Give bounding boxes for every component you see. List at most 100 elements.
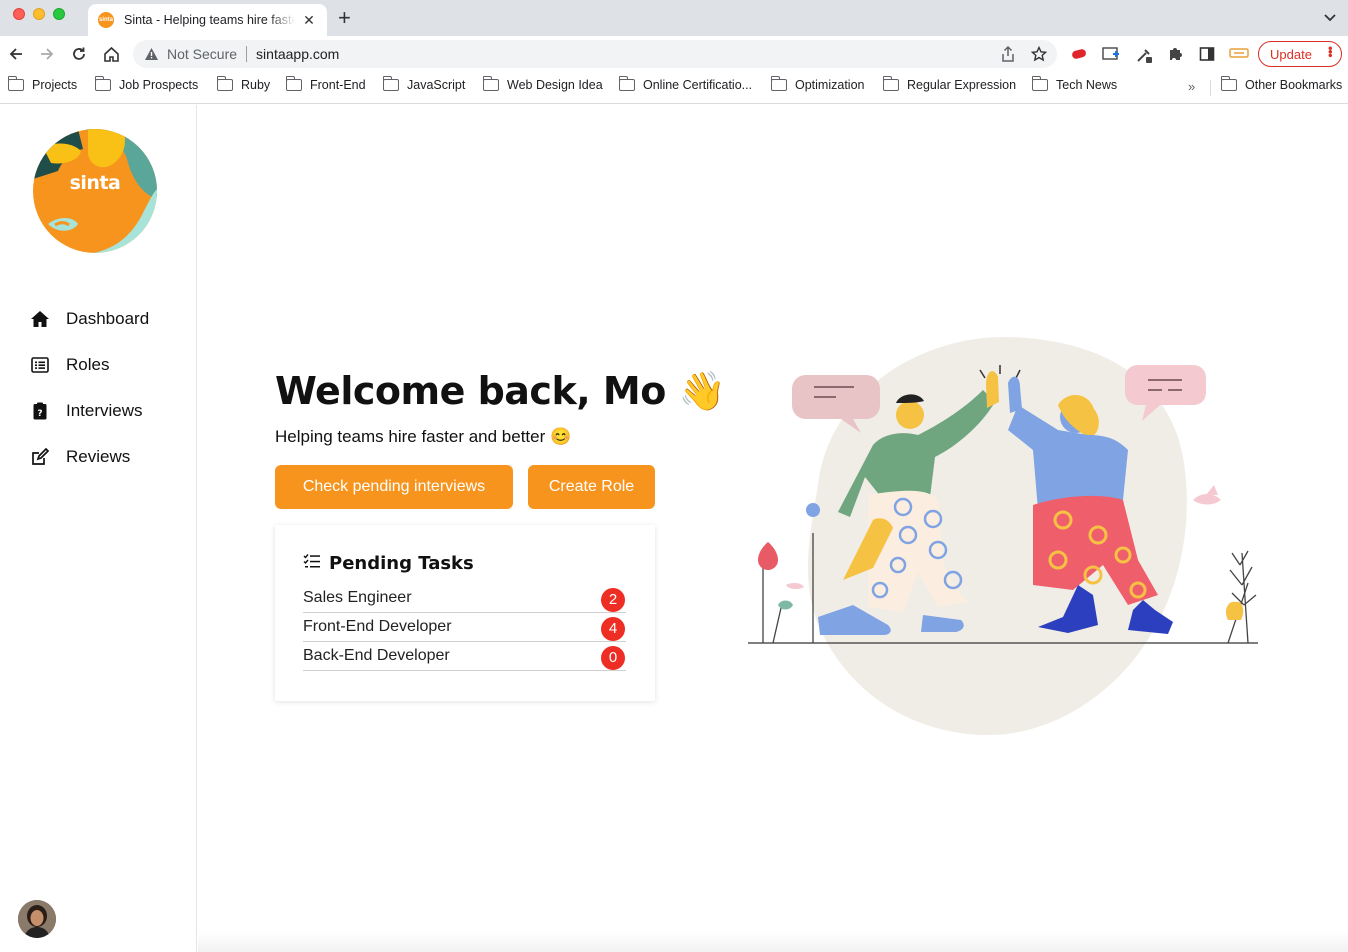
bookmark-label: Projects xyxy=(32,78,78,92)
sinta-favicon-icon: sinta xyxy=(98,12,114,28)
bookmark-folder[interactable]: Online Certificatio... xyxy=(618,76,753,92)
more-bookmarks-chevron-icon[interactable]: » xyxy=(1188,79,1195,94)
extension-screenshot-icon[interactable] xyxy=(1102,46,1119,62)
bookmarks-divider xyxy=(1210,80,1211,96)
checklist-icon xyxy=(303,553,321,574)
bookmark-label: Ruby xyxy=(241,78,271,92)
logo-wordmark: sinta xyxy=(69,172,121,194)
update-label: Update xyxy=(1270,46,1312,62)
browser-tab[interactable]: sinta Sinta - Helping teams hire faster … xyxy=(88,4,327,36)
svg-text:?: ? xyxy=(37,409,42,419)
bookmark-label: Other Bookmarks xyxy=(1245,78,1343,92)
task-count-badge: 2 xyxy=(601,587,625,612)
bookmark-folder[interactable]: Front-End xyxy=(285,76,366,92)
bookmark-folder[interactable]: Optimization xyxy=(770,76,865,92)
bookmark-label: Front-End xyxy=(310,78,366,92)
high-five-illustration xyxy=(748,335,1268,736)
bookmark-label: Regular Expression xyxy=(907,78,1017,92)
sidebar-item-dashboard[interactable]: Dashboard xyxy=(30,307,149,331)
other-bookmarks-folder[interactable]: Other Bookmarks xyxy=(1220,76,1343,92)
sidebar: sinta Dashboard Roles ? Interviews Revie… xyxy=(0,105,197,952)
clipboard-question-icon: ? xyxy=(30,401,50,421)
bookmark-star-icon[interactable] xyxy=(1030,45,1048,67)
extensions-puzzle-icon[interactable] xyxy=(1167,46,1183,62)
task-label: Front-End Developer xyxy=(303,618,452,635)
bookmark-label: JavaScript xyxy=(407,78,466,92)
more-menu-icon[interactable]: ••• xyxy=(1323,46,1338,57)
tab-search-chevron-icon[interactable] xyxy=(1324,9,1336,27)
bookmark-label: Job Prospects xyxy=(119,78,199,92)
home-icon xyxy=(30,309,50,329)
sidebar-item-label: Reviews xyxy=(66,447,131,466)
task-label: Back-End Developer xyxy=(303,647,450,664)
folder-icon xyxy=(618,76,635,91)
extension-ticket-icon[interactable] xyxy=(1229,46,1249,62)
minimize-window-button[interactable] xyxy=(33,8,45,20)
forward-arrow-icon[interactable] xyxy=(37,44,57,64)
folder-icon xyxy=(770,76,787,91)
folder-icon xyxy=(382,76,399,91)
folder-icon xyxy=(285,76,302,91)
task-row-back-end-developer[interactable]: Back-End Developer 0 xyxy=(303,642,626,671)
main-content: Welcome back, Mo 👋 Helping teams hire fa… xyxy=(198,105,1348,952)
bookmark-folder[interactable]: Projects xyxy=(7,76,78,92)
sidebar-item-label: Interviews xyxy=(66,401,143,420)
browser-tab-strip: sinta Sinta - Helping teams hire faster … xyxy=(0,0,1348,36)
sidebar-item-reviews[interactable]: Reviews xyxy=(30,445,130,469)
extension-red-icon[interactable] xyxy=(1070,46,1086,62)
update-button[interactable]: Update ••• xyxy=(1258,41,1342,67)
bookmark-label: Web Design Idea xyxy=(507,78,603,92)
bookmark-folder[interactable]: Web Design Idea xyxy=(482,76,603,92)
task-count-badge: 0 xyxy=(601,645,625,670)
url-text[interactable]: sintaapp.com xyxy=(256,46,339,62)
maximize-window-button[interactable] xyxy=(53,8,65,20)
browser-toolbar: Not Secure sintaapp.com Update ••• xyxy=(0,36,1348,72)
folder-icon xyxy=(216,76,233,91)
task-label: Sales Engineer xyxy=(303,589,412,606)
omnibox-divider xyxy=(246,46,248,62)
warning-icon[interactable] xyxy=(143,46,159,62)
pending-tasks-title: Pending Tasks xyxy=(329,553,474,574)
bookmark-label: Optimization xyxy=(795,78,865,92)
home-icon[interactable] xyxy=(101,44,121,64)
pending-tasks-header: Pending Tasks xyxy=(303,553,474,574)
page-bottom-shadow xyxy=(198,932,1348,952)
bookmark-label: Online Certificatio... xyxy=(643,78,753,92)
edit-icon xyxy=(30,447,50,467)
bookmark-folder[interactable]: Ruby xyxy=(216,76,271,92)
create-role-button[interactable]: Create Role xyxy=(528,465,655,509)
sidebar-item-label: Roles xyxy=(66,355,110,374)
page-title: Welcome back, Mo 👋 xyxy=(275,369,726,413)
task-row-sales-engineer[interactable]: Sales Engineer 2 xyxy=(303,584,626,613)
sinta-logo[interactable]: sinta xyxy=(33,129,157,253)
extension-eyedropper-icon[interactable] xyxy=(1135,46,1152,63)
close-window-button[interactable] xyxy=(13,8,25,20)
avatar[interactable] xyxy=(18,900,56,938)
bookmark-folder[interactable]: Tech News xyxy=(1031,76,1117,92)
new-tab-button[interactable]: + xyxy=(338,6,351,30)
sidebar-item-roles[interactable]: Roles xyxy=(30,353,109,377)
back-arrow-icon[interactable] xyxy=(6,44,26,64)
task-count-badge: 4 xyxy=(601,616,625,641)
bookmarks-bar: Projects Job Prospects Ruby Front-End Ja… xyxy=(0,72,1348,104)
bookmark-folder[interactable]: JavaScript xyxy=(382,76,466,92)
not-secure-label[interactable]: Not Secure xyxy=(167,46,237,62)
bookmark-folder[interactable]: Regular Expression xyxy=(882,76,1017,92)
sidebar-item-label: Dashboard xyxy=(66,309,150,328)
check-pending-interviews-button[interactable]: Check pending interviews xyxy=(275,465,513,509)
folder-icon xyxy=(482,76,499,91)
folder-icon xyxy=(94,76,111,91)
address-bar[interactable]: Not Secure sintaapp.com xyxy=(133,40,1057,68)
task-row-front-end-developer[interactable]: Front-End Developer 4 xyxy=(303,613,626,642)
tab-title: Sinta - Helping teams hire faster and be… xyxy=(124,13,295,27)
side-panel-icon[interactable] xyxy=(1199,46,1215,62)
folder-icon xyxy=(1031,76,1048,91)
page-subtitle: Helping teams hire faster and better 😊 xyxy=(275,427,572,446)
folder-icon xyxy=(7,76,24,91)
close-tab-icon[interactable]: ✕ xyxy=(301,12,317,29)
reload-icon[interactable] xyxy=(69,44,89,64)
list-icon xyxy=(30,355,50,375)
sidebar-item-interviews[interactable]: ? Interviews xyxy=(30,399,143,423)
share-icon[interactable] xyxy=(1001,45,1015,67)
bookmark-folder[interactable]: Job Prospects xyxy=(94,76,199,92)
